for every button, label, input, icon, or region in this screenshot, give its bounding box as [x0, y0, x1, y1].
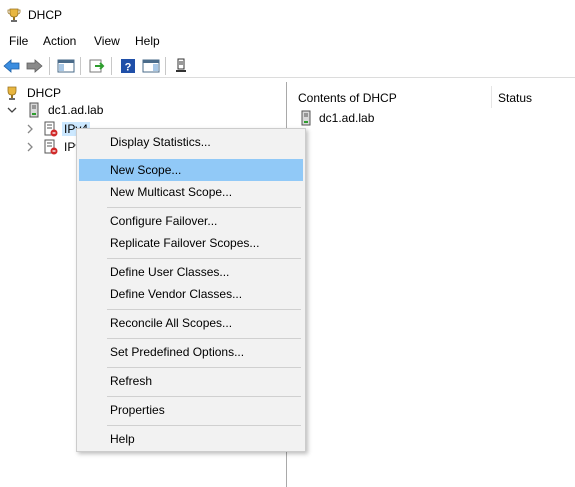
- list-item[interactable]: dc1.ad.lab: [298, 109, 374, 127]
- show-hide-console-tree-icon[interactable]: [56, 56, 76, 76]
- menu-action[interactable]: Action: [43, 34, 76, 48]
- menu-separator: [107, 338, 301, 339]
- toolbar-separator: [111, 57, 112, 75]
- chevron-down-icon[interactable]: [6, 104, 18, 116]
- column-header-status[interactable]: Status: [489, 88, 575, 108]
- context-menu: Display Statistics... New Scope... New M…: [76, 128, 306, 452]
- tree-item-label: DHCP: [27, 86, 62, 100]
- svg-text:?: ?: [125, 62, 132, 74]
- menu-separator: [107, 367, 301, 368]
- tree-item-dhcp[interactable]: DHCP: [4, 84, 63, 102]
- tree-item-ipv6[interactable]: IPv: [24, 138, 83, 156]
- menu-item-configure-failover[interactable]: Configure Failover...: [79, 210, 303, 232]
- dhcp-trophy-icon: [6, 7, 22, 23]
- server-icon: [26, 102, 42, 118]
- menu-separator: [107, 425, 301, 426]
- tree-item-server[interactable]: dc1.ad.lab: [6, 101, 105, 119]
- tree-item-label: dc1.ad.lab: [48, 103, 104, 117]
- ipv4-scope-icon: [42, 121, 58, 137]
- menu-item-define-user-classes[interactable]: Define User Classes...: [79, 261, 303, 283]
- menu-separator: [107, 309, 301, 310]
- back-arrow-icon[interactable]: [2, 56, 22, 76]
- chevron-right-icon[interactable]: [24, 141, 36, 153]
- menu-view[interactable]: View: [94, 34, 120, 48]
- add-server-icon[interactable]: [171, 56, 191, 76]
- menu-item-display-statistics[interactable]: Display Statistics...: [79, 131, 303, 153]
- window-title: DHCP: [28, 8, 63, 22]
- export-list-icon[interactable]: [87, 56, 107, 76]
- content-pane: [289, 82, 575, 487]
- menu-item-new-scope[interactable]: New Scope...: [79, 159, 303, 181]
- dhcp-trophy-icon: [4, 85, 20, 101]
- toolbar-separator: [80, 57, 81, 75]
- menu-separator: [107, 258, 301, 259]
- menu-item-reconcile-all-scopes[interactable]: Reconcile All Scopes...: [79, 312, 303, 334]
- menu-item-replicate-failover-scopes[interactable]: Replicate Failover Scopes...: [79, 232, 303, 254]
- menu-item-set-predefined-options[interactable]: Set Predefined Options...: [79, 341, 303, 363]
- menu-file[interactable]: File: [9, 34, 28, 48]
- title-bar: DHCP: [0, 0, 575, 30]
- chevron-right-icon[interactable]: [24, 123, 36, 135]
- list-item-name: dc1.ad.lab: [319, 111, 375, 125]
- column-header-contents[interactable]: Contents of DHCP: [289, 88, 489, 108]
- menu-item-properties[interactable]: Properties: [79, 399, 303, 421]
- server-icon: [298, 110, 314, 126]
- menu-item-refresh[interactable]: Refresh: [79, 370, 303, 392]
- toolbar: ?: [0, 53, 575, 78]
- help-icon[interactable]: ?: [118, 56, 138, 76]
- ipv6-scope-icon: [42, 139, 58, 155]
- menu-item-new-multicast-scope[interactable]: New Multicast Scope...: [79, 181, 303, 203]
- menu-separator: [107, 396, 301, 397]
- show-action-pane-icon[interactable]: [141, 56, 161, 76]
- menu-item-help[interactable]: Help: [79, 428, 303, 450]
- menu-bar: File Action View Help: [0, 30, 575, 52]
- forward-arrow-icon[interactable]: [24, 56, 44, 76]
- toolbar-separator: [49, 57, 50, 75]
- menu-separator: [107, 207, 301, 208]
- menu-help[interactable]: Help: [135, 34, 160, 48]
- menu-item-define-vendor-classes[interactable]: Define Vendor Classes...: [79, 283, 303, 305]
- toolbar-separator: [165, 57, 166, 75]
